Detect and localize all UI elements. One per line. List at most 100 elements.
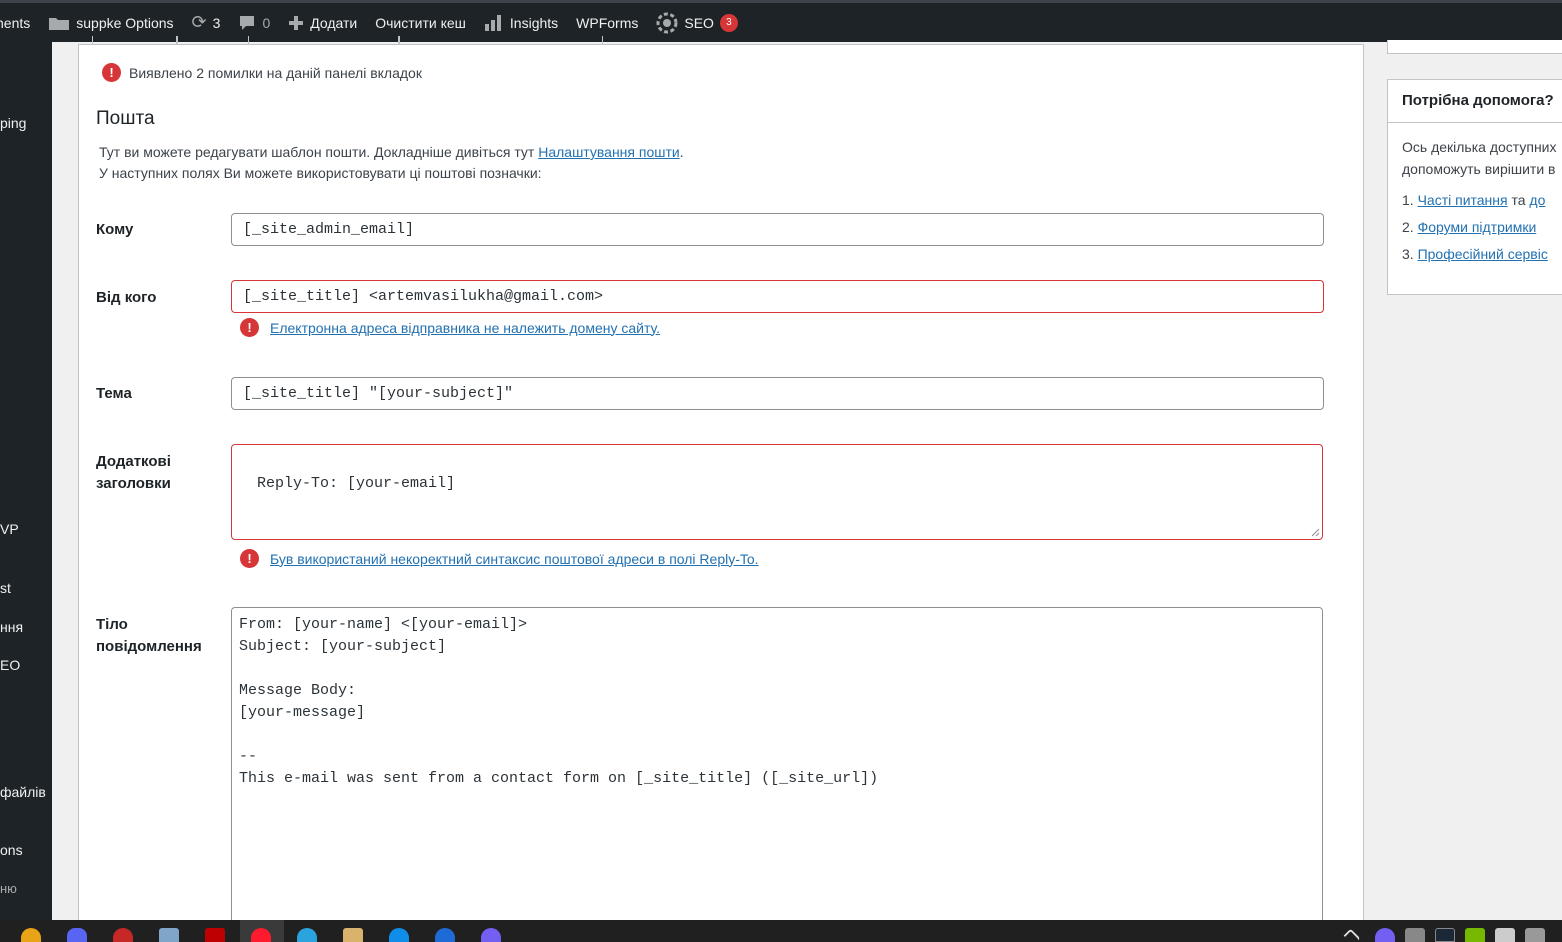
media-icon[interactable] [343, 928, 363, 942]
admin-menu: ping VP st ння EO файлів ons ню [0, 42, 52, 920]
telegram-icon[interactable] [297, 928, 317, 942]
tab-additional[interactable] [399, 36, 603, 44]
tab-errors-text: Виявлено 2 помилки на даній панелі вклад… [129, 64, 422, 81]
body-label-line2: повідомлення [96, 638, 202, 655]
mail-description: Тут ви можете редагувати шаблон пошти. Д… [99, 142, 684, 184]
menu-item-3[interactable]: st [0, 580, 11, 596]
updates-icon: ⟳ [191, 12, 207, 32]
headers-label-line1: Додаткові [96, 453, 171, 470]
clear-cache-label: Очистити кеш [375, 14, 466, 31]
from-error-link[interactable]: Електронна адреса відправника не належит… [270, 320, 660, 336]
from-error: ! Електронна адреса відправника не належ… [240, 318, 660, 337]
help-item: 2. Форуми підтримки [1402, 219, 1548, 246]
to-label: Кому [96, 221, 134, 238]
help-list: 1. Часті питання та до 2. Форуми підтрим… [1402, 192, 1548, 273]
add-label: Додати [310, 14, 358, 31]
taskbar [0, 920, 1562, 942]
error-icon: ! [240, 549, 259, 568]
docs-link[interactable]: до [1529, 192, 1545, 208]
faq-link[interactable]: Часті питання [1418, 192, 1508, 208]
help-box: Потрібна допомога? Ось декілька доступни… [1387, 79, 1562, 295]
menu-item-2[interactable]: VP [0, 521, 19, 537]
notepad-icon[interactable] [159, 928, 179, 942]
headers-error-link[interactable]: Був використаний некоректний синтаксис п… [270, 551, 759, 567]
teamviewer-icon[interactable] [389, 928, 409, 942]
comment-icon [238, 15, 256, 31]
tab-messages[interactable] [249, 36, 399, 44]
help-item: 1. Часті питання та до [1402, 192, 1548, 219]
headers-label: Додаткові заголовки [96, 451, 171, 495]
network-icon[interactable] [1495, 928, 1515, 942]
menu-item-6[interactable]: файлів [0, 784, 46, 800]
wpforms-label: WPForms [576, 14, 639, 31]
tab-mail[interactable] [177, 36, 249, 44]
help-item-suffix: та [1507, 192, 1530, 208]
resize-grip-icon[interactable] [1311, 528, 1320, 537]
help-text-line2: допоможуть вирішити в [1402, 161, 1556, 177]
plus-icon [288, 15, 304, 31]
opera-icon[interactable] [251, 928, 271, 942]
sidebar-box-top [1387, 40, 1562, 54]
subject-field[interactable]: [_site_title] "[your-subject]" [231, 377, 1324, 410]
viber-icon[interactable] [481, 928, 501, 942]
menu-item-1[interactable]: ping [0, 115, 26, 131]
headers-field[interactable]: Reply-To: [your-email] [231, 444, 1323, 540]
comments-count: 0 [262, 14, 271, 31]
to-field[interactable]: [_site_admin_email] [231, 213, 1324, 246]
bar-chart-icon [484, 14, 504, 31]
updates-count: 3 [212, 14, 221, 31]
admin-bar-seo[interactable]: SEO 3 [647, 3, 747, 42]
nvidia-icon[interactable] [1465, 928, 1485, 942]
subject-label: Тема [96, 385, 132, 402]
seo-label: SEO [684, 14, 714, 31]
help-title: Потрібна допомога? [1402, 92, 1554, 109]
headers-error: ! Був використаний некоректний синтаксис… [240, 549, 759, 568]
app-icon[interactable] [113, 928, 133, 942]
headers-field-value: Reply-To: [your-email] [257, 475, 456, 492]
body-label-line1: Тіло [96, 616, 128, 633]
professional-service-link[interactable]: Професійний сервіс [1418, 246, 1548, 262]
admin-bar-comments-label: nents [0, 14, 31, 31]
discord-icon[interactable] [67, 928, 87, 942]
menu-item-4[interactable]: ння [0, 619, 23, 635]
chrome-icon[interactable] [21, 928, 41, 942]
help-item-num: 2. [1402, 219, 1414, 235]
tab-strip [92, 36, 603, 44]
mail-desc-text: Тут ви можете редагувати шаблон пошти. Д… [99, 144, 539, 160]
volume-icon[interactable] [1525, 928, 1545, 942]
help-item-num: 1. [1402, 192, 1414, 208]
site-options-label: suppke Options [76, 14, 174, 31]
support-forums-link[interactable]: Форуми підтримки [1418, 219, 1537, 235]
chevron-up-icon[interactable] [1343, 928, 1361, 942]
help-text-line1: Ось декілька доступних [1402, 139, 1557, 155]
menu-item-8[interactable]: ню [0, 881, 17, 896]
body-field[interactable]: From: [your-name] <[your-email]> Subject… [231, 607, 1323, 927]
viber-tray-icon[interactable] [1375, 928, 1395, 942]
error-icon: ! [240, 318, 259, 337]
filezilla-icon[interactable] [205, 928, 225, 942]
menu-item-7[interactable]: ons [0, 842, 23, 858]
page-title: Пошта [96, 108, 155, 129]
ccleaner-icon[interactable] [435, 928, 455, 942]
help-item-num: 3. [1402, 246, 1414, 262]
admin-bar-comments-item[interactable]: nents [0, 3, 39, 42]
help-text: Ось декілька доступних допоможуть вирішит… [1402, 136, 1557, 180]
tab-errors-notice: ! Виявлено 2 помилки на даній панелі вкл… [102, 63, 422, 82]
headers-label-line2: заголовки [96, 475, 171, 492]
body-label: Тіло повідомлення [96, 614, 202, 658]
seo-gear-icon [656, 12, 678, 34]
steam-icon[interactable] [1435, 928, 1455, 942]
help-item: 3. Професійний сервіс [1402, 246, 1548, 273]
mail-settings-link[interactable]: Налаштування пошти [538, 144, 679, 160]
tab-form[interactable] [93, 36, 177, 44]
seo-badge: 3 [719, 13, 738, 32]
tray-app-icon[interactable] [1405, 928, 1425, 942]
insights-label: Insights [509, 14, 559, 31]
mail-desc-suffix: . [679, 144, 684, 160]
from-label: Від кого [96, 289, 157, 306]
divider [1388, 122, 1562, 123]
error-icon: ! [102, 63, 121, 82]
from-field[interactable]: [_site_title] <artemvasilukha@gmail.com> [231, 280, 1324, 313]
folder-icon [48, 15, 70, 31]
menu-item-5[interactable]: EO [0, 657, 20, 673]
